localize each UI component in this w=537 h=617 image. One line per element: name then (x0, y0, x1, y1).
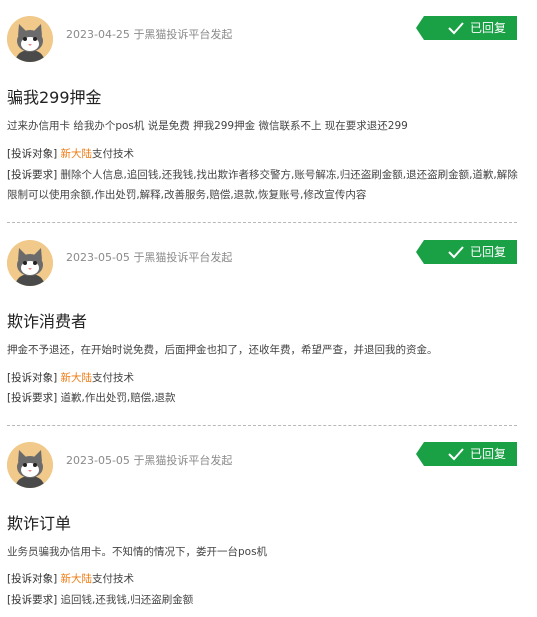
user-avatar (7, 240, 53, 286)
request-label: [投诉要求] (7, 392, 58, 404)
target-company-rest: 支付技术 (92, 573, 135, 585)
request-text: 道歉,作出处罚,赔偿,退款 (60, 392, 176, 404)
target-company-highlight[interactable]: 新大陆 (61, 372, 93, 384)
complaint-meta: 2023-05-05 于黑猫投诉平台发起 (66, 452, 232, 468)
complaint-description: 押金不予退还，在开始时说免费，后面押金也扣了，还收年费，希望严查，并退回我的资金… (7, 344, 438, 356)
complaint-date: 2023-04-25 (66, 28, 130, 41)
target-label: [投诉对象] (7, 573, 58, 585)
target-company-highlight[interactable]: 新大陆 (61, 148, 93, 160)
target-label: [投诉对象] (7, 372, 58, 384)
cat-avatar-icon (7, 442, 53, 488)
divider (7, 425, 517, 426)
status-badge: 已回复 (416, 240, 517, 264)
target-label: [投诉对象] (7, 148, 58, 160)
checkmark-icon (448, 448, 464, 461)
complaint-platform: 于黑猫投诉平台发起 (133, 454, 233, 467)
user-avatar (7, 442, 53, 488)
request-text: 追回钱,还我钱,归还盗刷金额 (60, 594, 194, 606)
status-text: 已回复 (470, 245, 507, 259)
target-company-rest: 支付技术 (92, 372, 135, 384)
complaint-platform: 于黑猫投诉平台发起 (133, 28, 233, 41)
complaint-title[interactable]: 欺诈消费者 (7, 308, 87, 332)
complaint-target: [投诉对象] 新大陆支付技术 (7, 144, 522, 164)
cat-avatar-icon (7, 240, 53, 286)
complaint-request: [投诉要求] 删除个人信息,追回钱,还我钱,找出欺诈者移交警方,账号解冻,归还盗… (7, 165, 522, 205)
request-text: 删除个人信息,追回钱,还我钱,找出欺诈者移交警方,账号解冻,归还盗刷金额,退还盗… (7, 169, 518, 201)
divider (7, 222, 517, 223)
complaint-description: 业务员骗我办信用卡。不知情的情况下，娄开一台pos机 (7, 546, 268, 558)
checkmark-icon (448, 22, 464, 35)
complaint-title[interactable]: 骗我299押金 (7, 84, 102, 108)
status-text: 已回复 (470, 447, 507, 461)
complaint-platform: 于黑猫投诉平台发起 (133, 251, 233, 264)
complaint-target: [投诉对象] 新大陆支付技术 (7, 569, 522, 589)
user-avatar (7, 16, 53, 62)
request-label: [投诉要求] (7, 169, 58, 181)
complaint-target: [投诉对象] 新大陆支付技术 (7, 368, 522, 388)
status-text: 已回复 (470, 21, 507, 35)
complaint-title[interactable]: 欺诈订单 (7, 510, 71, 534)
request-label: [投诉要求] (7, 594, 58, 606)
complaint-request: [投诉要求] 道歉,作出处罚,赔偿,退款 (7, 388, 522, 408)
target-company-highlight[interactable]: 新大陆 (61, 573, 93, 585)
status-badge: 已回复 (416, 16, 517, 40)
complaint-date: 2023-05-05 (66, 251, 130, 264)
complaint-meta: 2023-04-25 于黑猫投诉平台发起 (66, 26, 232, 42)
complaint-meta: 2023-05-05 于黑猫投诉平台发起 (66, 249, 232, 265)
complaint-description: 过来办信用卡 给我办个pos机 说是免费 押我299押金 微信联系不上 现在要求… (7, 120, 408, 132)
status-badge: 已回复 (416, 442, 517, 466)
cat-avatar-icon (7, 16, 53, 62)
checkmark-icon (448, 246, 464, 259)
complaint-date: 2023-05-05 (66, 454, 130, 467)
target-company-rest: 支付技术 (92, 148, 135, 160)
complaint-request: [投诉要求] 追回钱,还我钱,归还盗刷金额 (7, 590, 522, 610)
